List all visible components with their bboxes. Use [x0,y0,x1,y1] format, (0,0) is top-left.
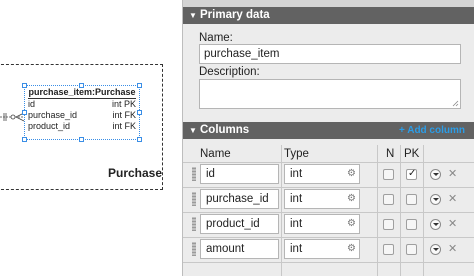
nullable-checkbox[interactable] [383,219,394,230]
resize-handle[interactable] [79,83,84,88]
column-header-name: Name [200,148,231,160]
resize-handle[interactable] [137,110,142,115]
panel-top-bar [183,0,474,7]
primary-data-body: Name: purchase_item Description: [183,24,474,122]
entity-row: purchase_id int FK [25,110,139,121]
column-type-value: int [290,218,303,230]
pk-checkbox[interactable] [406,244,417,255]
row-divider [183,162,474,163]
section-title: Primary data [200,9,270,21]
description-field[interactable] [199,79,461,109]
column-name-input[interactable]: purchase_id [200,189,279,209]
add-column-button[interactable]: + Add column [399,122,465,139]
column-type-value: int [290,243,303,255]
drag-handle-icon[interactable] [192,242,196,256]
diagram-canvas[interactable]: Purchase purchase_item:Purchase id int P… [0,0,182,276]
description-label: Description: [199,66,260,78]
entity-row: product_id int FK [25,121,139,132]
entity-box[interactable]: purchase_item:Purchase id int PK purchas… [24,85,140,140]
resize-handle[interactable] [137,137,142,142]
nullable-checkbox[interactable] [383,194,394,205]
pk-checkbox[interactable] [406,219,417,230]
column-header-pk: PK [404,148,420,160]
triangle-down-icon: ▼ [189,126,197,135]
entity-row-name: id [28,99,36,109]
column-divider [377,145,378,276]
entity-row: id int PK [25,99,139,110]
column-name-input[interactable]: amount [200,239,279,259]
name-label: Name: [199,32,233,44]
close-icon[interactable]: ✕ [448,193,457,205]
column-divider [281,145,282,276]
columns-header[interactable]: ▼ Columns + Add column [183,122,474,139]
gear-icon[interactable]: ⚙ [347,193,356,205]
column-header-type: Type [284,148,309,160]
resize-grip-icon[interactable] [452,100,459,107]
dropdown-circle-icon[interactable] [430,194,441,205]
resize-handle[interactable] [22,83,27,88]
close-icon[interactable]: ✕ [448,168,457,180]
pk-checkbox[interactable]: ✓ [406,168,417,180]
gear-icon[interactable]: ⚙ [347,243,356,255]
resize-handle[interactable] [137,83,142,88]
row-divider [183,212,474,213]
entity-row-name: purchase_id [28,110,78,120]
name-field[interactable]: purchase_item [199,44,461,64]
drag-handle-icon[interactable] [192,217,196,231]
package-name: Purchase [108,166,163,180]
nullable-checkbox[interactable] [383,244,394,255]
column-type-input[interactable]: int ⚙ [284,189,360,209]
resize-handle[interactable] [79,137,84,142]
properties-panel: ▼ Primary data Name: purchase_item Descr… [182,0,474,276]
close-icon[interactable]: ✕ [448,218,457,230]
close-icon[interactable]: ✕ [448,243,457,255]
entity-row-type: int PK [111,99,136,109]
resize-handle[interactable] [22,137,27,142]
primary-data-header[interactable]: ▼ Primary data [183,7,474,24]
resize-handle[interactable] [22,110,27,115]
nullable-checkbox[interactable] [383,169,394,180]
column-name-input[interactable]: id [200,164,279,184]
column-type-input[interactable]: int ⚙ [284,239,360,259]
drag-handle-icon[interactable] [192,167,196,181]
column-name-input[interactable]: product_id [200,214,279,234]
pk-checkbox[interactable] [406,194,417,205]
drag-handle-icon[interactable] [192,192,196,206]
column-type-value: int [290,193,303,205]
check-icon: ✓ [408,168,417,179]
column-type-input[interactable]: int ⚙ [284,164,360,184]
entity-row-name: product_id [28,121,71,131]
gear-icon[interactable]: ⚙ [347,168,356,180]
triangle-down-icon: ▼ [189,11,197,20]
section-title: Columns [200,124,250,136]
column-divider [423,145,424,276]
column-divider [400,145,401,276]
row-divider [183,262,474,263]
dropdown-circle-icon[interactable] [430,219,441,230]
gear-icon[interactable]: ⚙ [347,218,356,230]
entity-row-type: int FK [112,110,136,120]
column-type-value: int [290,168,303,180]
entity-row-type: int FK [112,121,136,131]
row-divider [183,237,474,238]
dropdown-circle-icon[interactable] [430,169,441,180]
row-divider [183,187,474,188]
dropdown-circle-icon[interactable] [430,244,441,255]
column-type-input[interactable]: int ⚙ [284,214,360,234]
column-header-nullable: N [386,148,395,160]
